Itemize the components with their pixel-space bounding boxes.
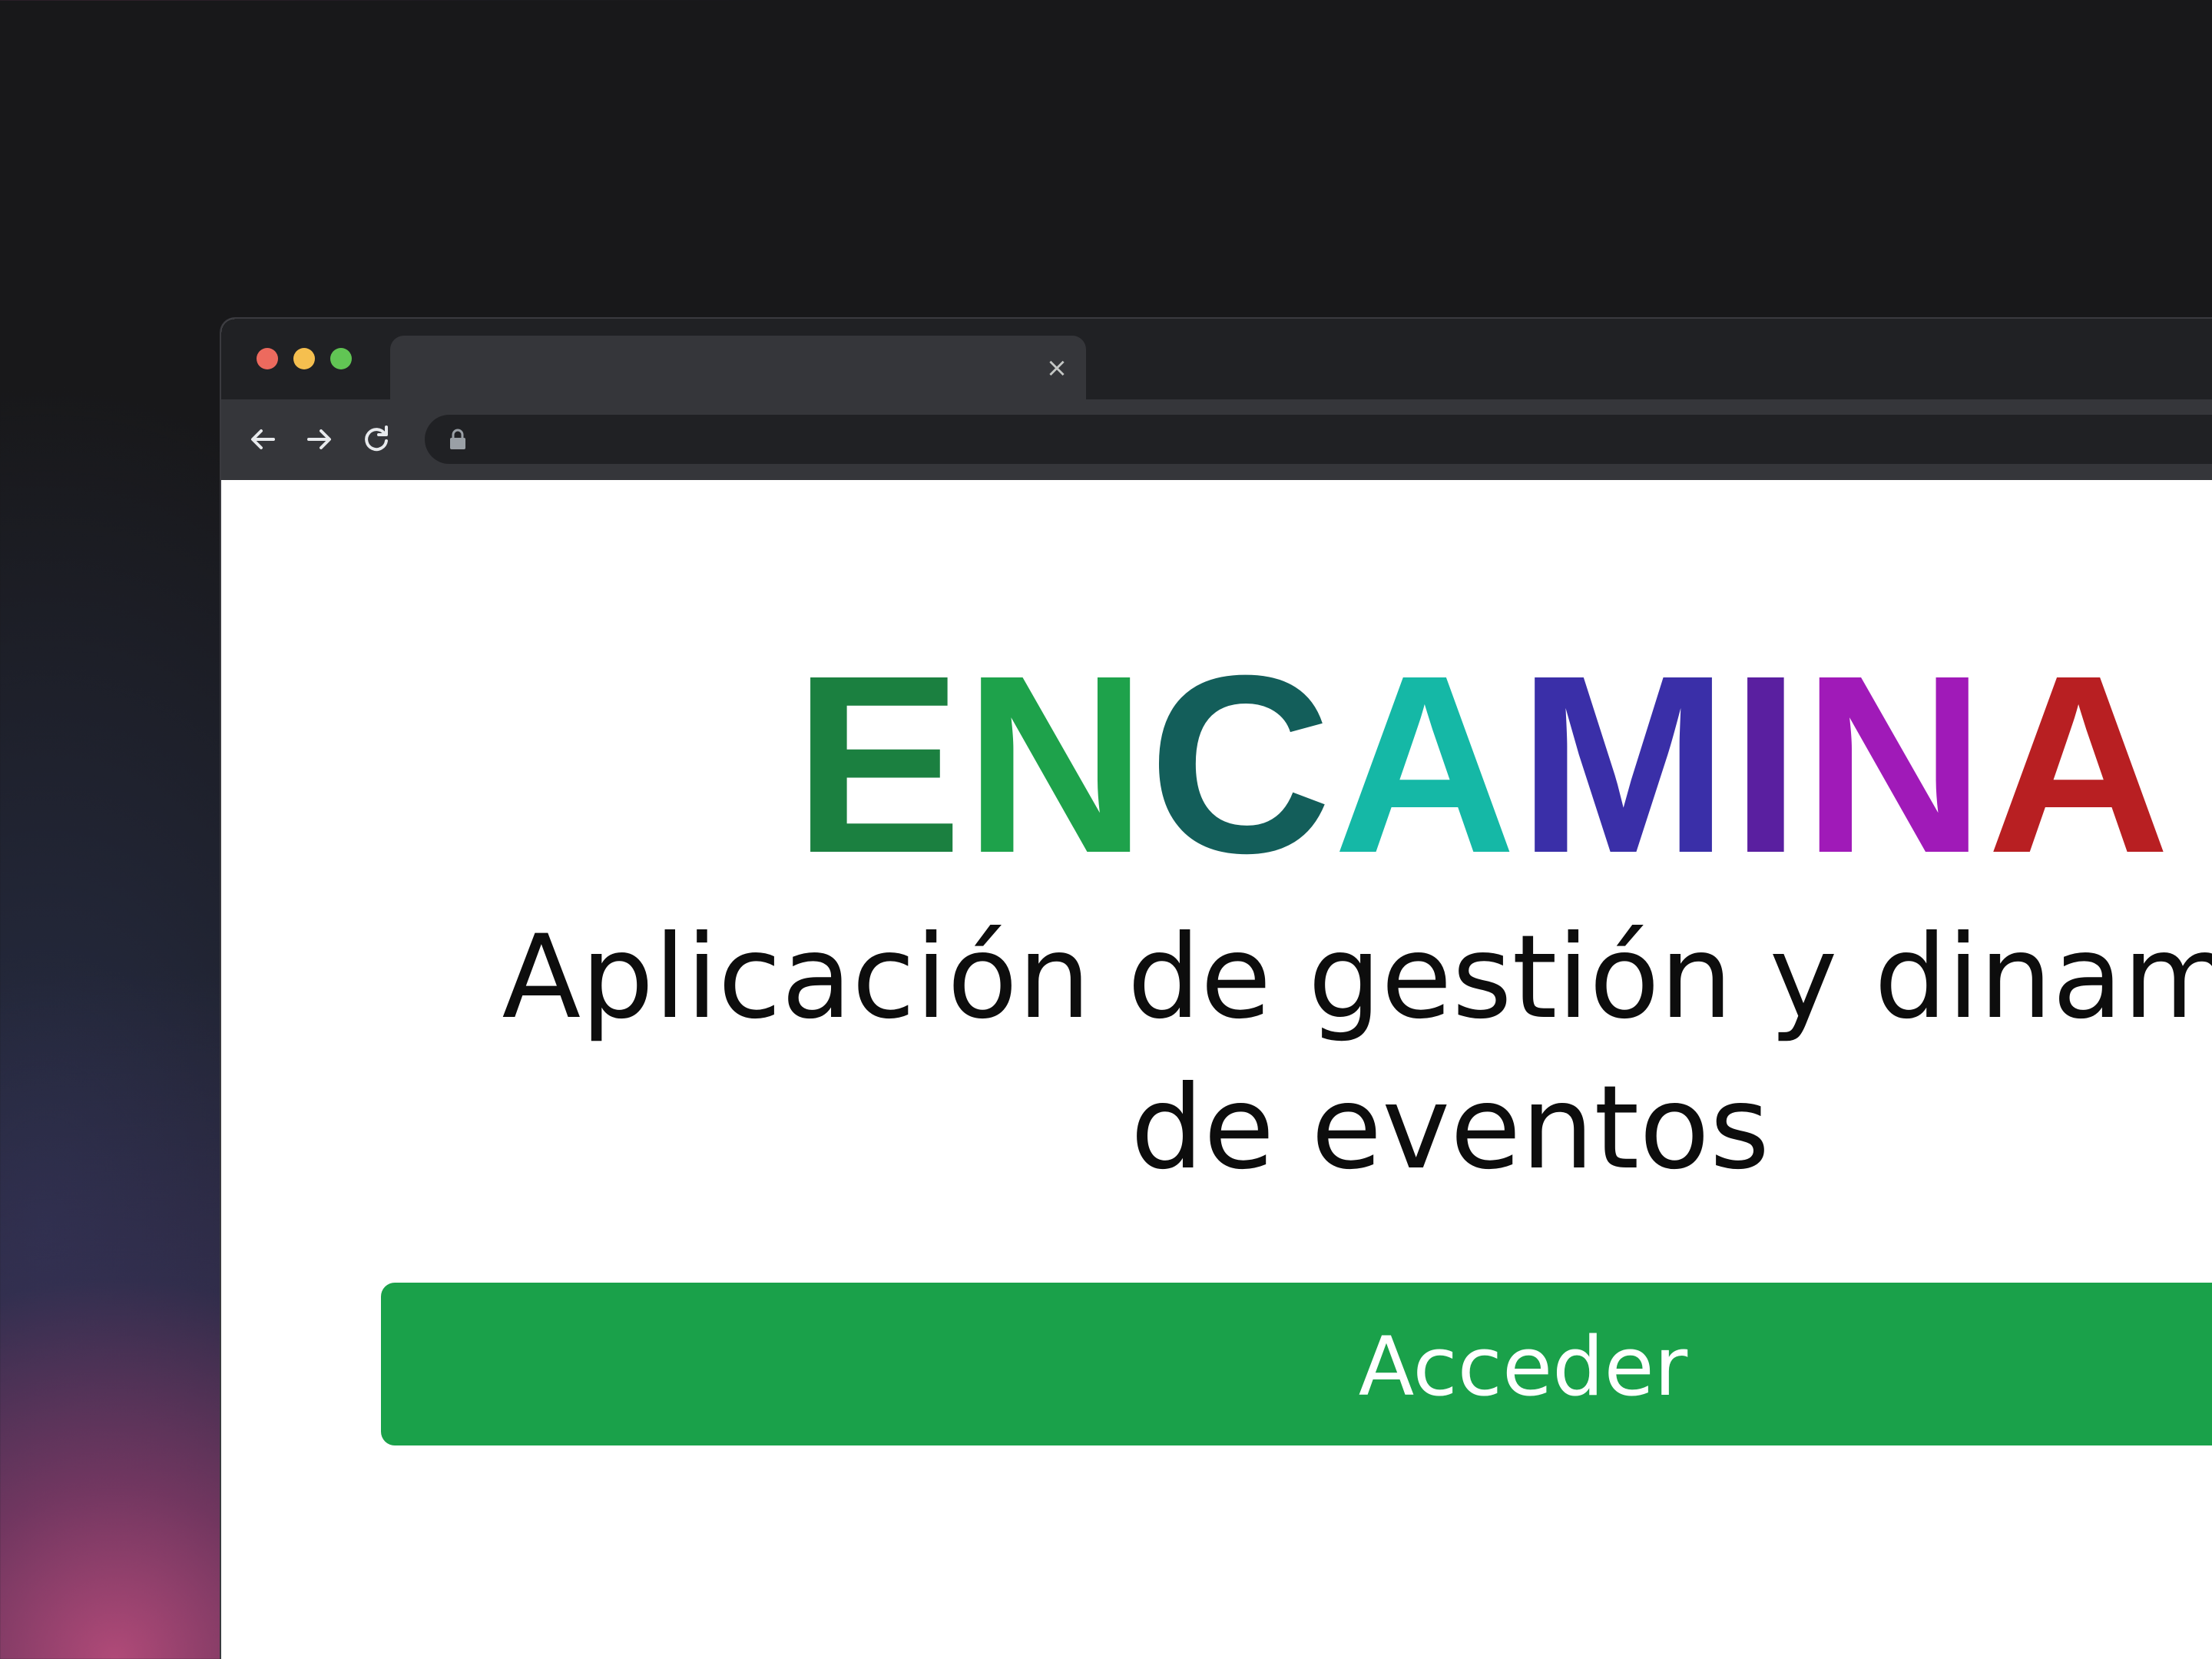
maximize-window-button[interactable]	[330, 348, 352, 369]
logo-letter: N	[1802, 622, 1988, 906]
page-content: ENCAMINA Aplicación de gestión y dinamiz…	[221, 480, 2212, 1659]
arrow-left-icon	[251, 429, 275, 449]
reload-button[interactable]	[359, 422, 393, 456]
acceder-button-label: Acceder	[1358, 1320, 1688, 1414]
logo-letter: A	[1333, 622, 1518, 906]
page-title: Aplicación de gestión y dinamiza de even…	[221, 902, 2212, 1204]
logo-letter: C	[1148, 622, 1333, 906]
acceder-button[interactable]: Acceder	[381, 1283, 2212, 1445]
logo-letter: I	[1730, 622, 1803, 906]
window-controls	[257, 348, 352, 369]
arrow-right-icon	[307, 429, 331, 449]
address-bar[interactable]	[425, 415, 2212, 464]
encamina-logo: ENCAMINA	[793, 637, 2171, 891]
close-tab-icon[interactable]: ×	[1041, 353, 1072, 383]
page-title-line-1: Aplicación de gestión y dinamiza	[502, 911, 2212, 1045]
logo-letter: N	[964, 622, 1149, 906]
logo-letter: A	[1987, 622, 2172, 906]
minimize-window-button[interactable]	[293, 348, 315, 369]
reload-icon	[365, 426, 388, 452]
browser-toolbar	[221, 399, 2212, 480]
close-window-button[interactable]	[257, 348, 278, 369]
tab-strip: ×	[221, 319, 2212, 399]
logo-letter: E	[793, 622, 965, 906]
forward-button[interactable]	[303, 422, 336, 456]
desktop-background: × E N C A M I N A Aplicación de gestión …	[0, 0, 2212, 1659]
lock-icon	[450, 429, 465, 449]
back-button[interactable]	[246, 422, 280, 456]
page-title-line-2: de eventos	[1130, 1061, 1770, 1195]
browser-window: × E N C A M I N A Aplicación de gestión …	[221, 319, 2212, 1659]
browser-tab[interactable]: ×	[390, 336, 1086, 399]
logo-letter: M	[1518, 622, 1730, 906]
